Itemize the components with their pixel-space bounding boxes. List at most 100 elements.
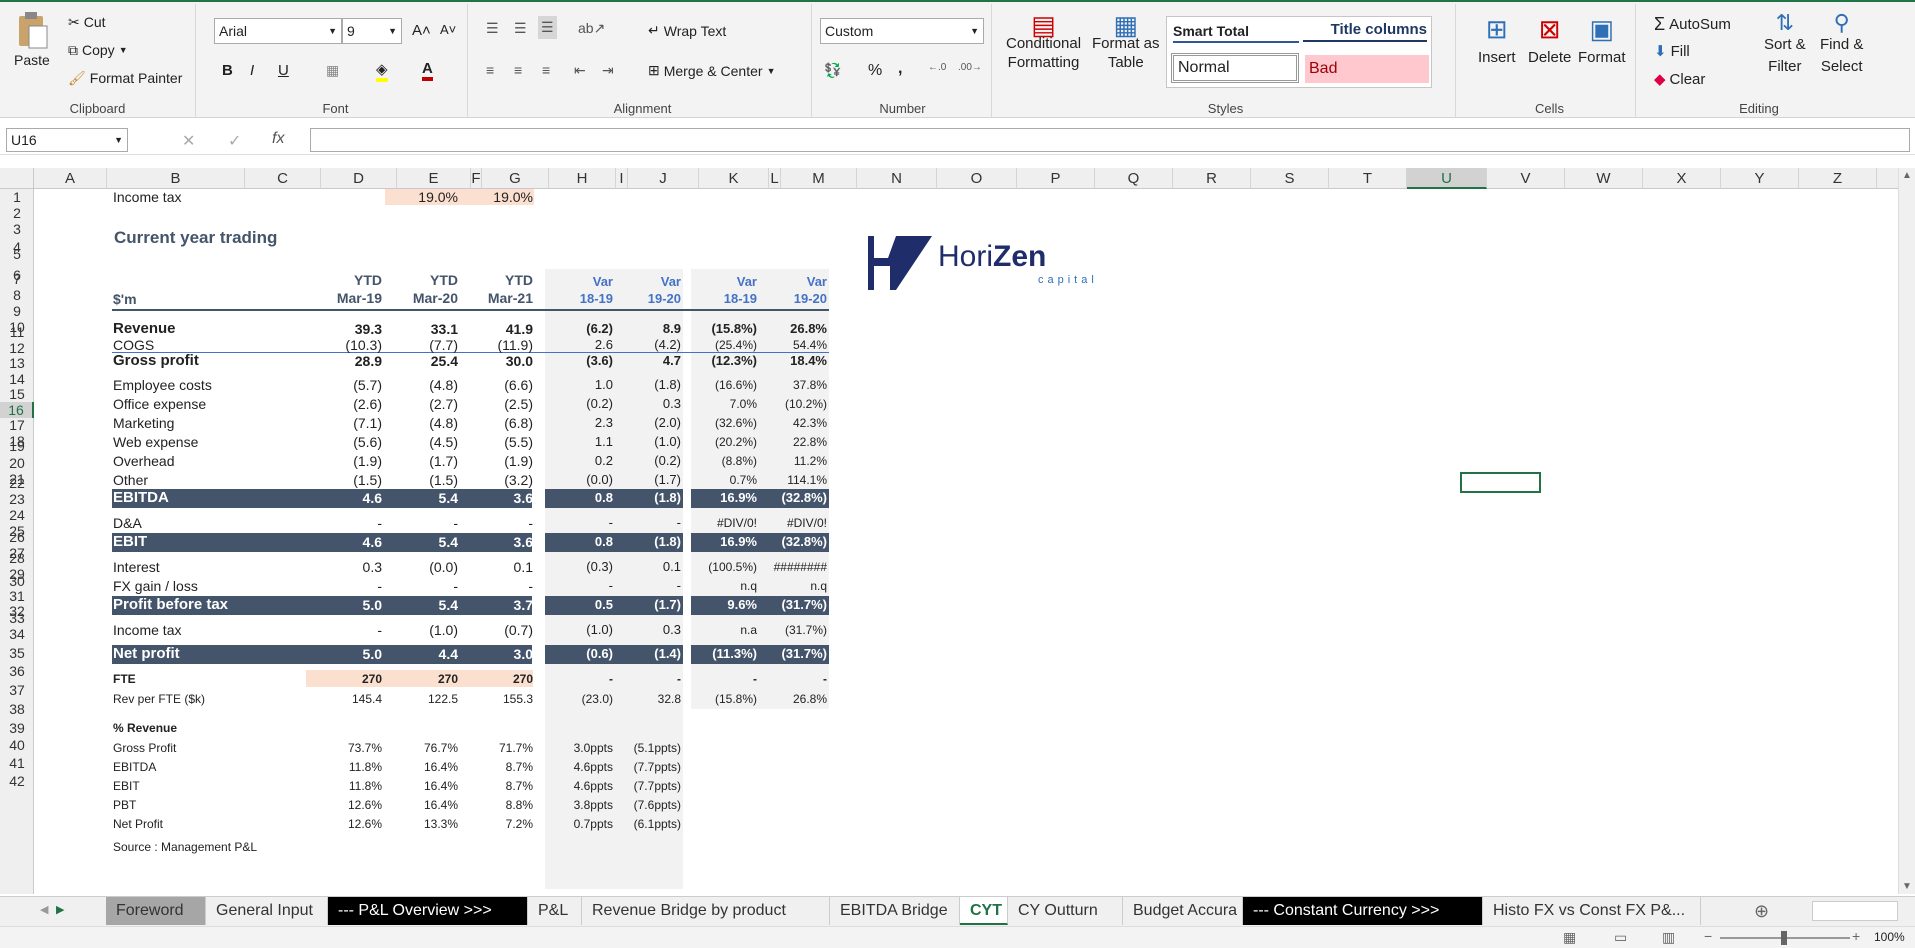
pct-value-cell[interactable]: 8.8% bbox=[460, 796, 533, 814]
header-e-date[interactable]: Mar-21 bbox=[460, 289, 533, 307]
header-k-var[interactable]: Var bbox=[761, 273, 827, 291]
percent-button[interactable]: % bbox=[868, 62, 882, 80]
pct-value-cell[interactable]: 12.6% bbox=[306, 815, 382, 833]
italic-button[interactable]: I bbox=[250, 62, 254, 79]
column-header-r[interactable]: R bbox=[1173, 168, 1251, 189]
pct-value-cell[interactable]: (7.7ppts) bbox=[615, 777, 681, 795]
pct-row-label[interactable]: EBIT bbox=[113, 777, 140, 795]
value-cell[interactable]: - bbox=[761, 670, 827, 688]
header-j-period[interactable]: 18-19 bbox=[691, 290, 757, 308]
decrease-font-button[interactable]: A˅ bbox=[440, 22, 456, 37]
value-cell[interactable]: 3.6 bbox=[460, 489, 533, 507]
value-cell[interactable]: 0.3 bbox=[306, 558, 382, 576]
value-cell[interactable]: 270 bbox=[384, 670, 458, 688]
value-cell[interactable]: n.q bbox=[761, 577, 827, 595]
column-header-a[interactable]: A bbox=[34, 168, 107, 189]
header-e-ytd[interactable]: YTD bbox=[460, 271, 533, 289]
increase-indent-button[interactable]: ⇥ bbox=[602, 62, 614, 79]
row-label[interactable]: FTE bbox=[113, 670, 136, 688]
value-cell[interactable]: 1.1 bbox=[545, 433, 613, 451]
value-cell[interactable]: (0.0) bbox=[545, 471, 613, 489]
row-header-3[interactable]: 3 bbox=[0, 221, 34, 237]
pct-row-label[interactable]: EBITDA bbox=[113, 758, 156, 776]
value-cell[interactable]: n.q bbox=[691, 577, 757, 595]
value-cell[interactable]: - bbox=[384, 577, 458, 595]
value-cell[interactable]: (2.5) bbox=[460, 395, 533, 413]
header-c-ytd[interactable]: YTD bbox=[306, 271, 382, 289]
horizontal-scrollbar[interactable] bbox=[1812, 901, 1898, 921]
column-header-i[interactable]: I bbox=[616, 168, 628, 189]
column-header-p[interactable]: P bbox=[1017, 168, 1095, 189]
value-cell[interactable]: 4.4 bbox=[384, 645, 458, 663]
value-cell[interactable]: 11.2% bbox=[761, 452, 827, 470]
value-cell[interactable]: (5.5) bbox=[460, 433, 533, 451]
column-header-m[interactable]: M bbox=[781, 168, 857, 189]
value-cell[interactable]: (6.8) bbox=[460, 414, 533, 432]
column-header-q[interactable]: Q bbox=[1095, 168, 1173, 189]
column-header-x[interactable]: X bbox=[1643, 168, 1721, 189]
row-header-42[interactable]: 42 bbox=[0, 773, 34, 789]
pct-title[interactable]: % Revenue bbox=[113, 719, 177, 737]
value-cell[interactable]: 5.0 bbox=[306, 645, 382, 663]
bottom-align-button[interactable]: ☰ bbox=[538, 16, 557, 39]
row-header-26[interactable]: 26 bbox=[0, 529, 34, 545]
row-header-12[interactable]: 12 bbox=[0, 340, 34, 356]
sheet-tab[interactable]: --- P&L Overview >>> bbox=[328, 897, 528, 925]
row-header-22[interactable]: 22 bbox=[0, 475, 34, 491]
value-cell[interactable]: - bbox=[384, 514, 458, 532]
merge-center-button[interactable]: ⊞ Merge & Center ▼ bbox=[648, 62, 775, 79]
value-cell[interactable]: 0.8 bbox=[545, 489, 613, 507]
column-header-o[interactable]: O bbox=[937, 168, 1017, 189]
header-j-var[interactable]: Var bbox=[691, 273, 757, 291]
sheet-tab[interactable]: CYT bbox=[960, 897, 1008, 925]
value-cell[interactable]: 3.7 bbox=[460, 596, 533, 614]
paste-button[interactable]: Paste bbox=[14, 10, 50, 68]
pct-value-cell[interactable]: 12.6% bbox=[306, 796, 382, 814]
worksheet-grid[interactable]: Income tax 19.0% 19.0% Current year trad… bbox=[34, 189, 1898, 894]
format-button[interactable]: ▣ Format bbox=[1578, 14, 1626, 66]
row-label[interactable]: Web expense bbox=[113, 433, 198, 451]
pct-value-cell[interactable]: 4.6ppts bbox=[545, 777, 613, 795]
value-cell[interactable]: - bbox=[460, 577, 533, 595]
value-cell[interactable]: (1.9) bbox=[460, 452, 533, 470]
copy-button[interactable]: ⧉ Copy ▼ bbox=[68, 42, 128, 58]
value-cell[interactable]: 30.0 bbox=[460, 352, 533, 370]
value-cell[interactable]: 32.8 bbox=[615, 690, 681, 708]
value-cell[interactable]: (0.2) bbox=[545, 395, 613, 413]
value-cell[interactable]: (1.8) bbox=[615, 533, 681, 551]
page-layout-icon[interactable]: ▭ bbox=[1614, 929, 1627, 946]
row-label[interactable]: Employee costs bbox=[113, 376, 212, 394]
decrease-decimal-button[interactable]: .00→ bbox=[958, 62, 982, 73]
header-d-ytd[interactable]: YTD bbox=[384, 271, 458, 289]
sheet-tab[interactable]: EBITDA Bridge bbox=[830, 897, 960, 925]
value-cell[interactable]: (16.6%) bbox=[691, 376, 757, 394]
increase-font-button[interactable]: A˄ bbox=[412, 22, 431, 39]
header-h-period[interactable]: 19-20 bbox=[615, 290, 681, 308]
tax-rate-d[interactable]: 19.0% bbox=[385, 189, 458, 206]
value-cell[interactable]: (1.7) bbox=[615, 596, 681, 614]
cut-button[interactable]: ✂ Cut bbox=[68, 14, 106, 30]
value-cell[interactable]: (32.6%) bbox=[691, 414, 757, 432]
column-header-u[interactable]: U bbox=[1407, 168, 1487, 189]
row-header-23[interactable]: 23 bbox=[0, 491, 34, 507]
column-header-k[interactable]: K bbox=[699, 168, 769, 189]
comma-button[interactable]: , bbox=[898, 60, 902, 78]
value-cell[interactable]: - bbox=[545, 670, 613, 688]
value-cell[interactable]: 270 bbox=[460, 670, 533, 688]
row-label[interactable]: Marketing bbox=[113, 414, 174, 432]
value-cell[interactable]: 16.9% bbox=[691, 489, 757, 507]
value-cell[interactable]: #DIV/0! bbox=[761, 514, 827, 532]
pct-row-label[interactable]: Net Profit bbox=[113, 815, 163, 833]
column-header-z[interactable]: Z bbox=[1799, 168, 1877, 189]
value-cell[interactable]: (12.3%) bbox=[691, 352, 757, 370]
name-box[interactable]: U16 ▼ bbox=[6, 128, 128, 152]
format-painter-button[interactable]: 🖌 Format Painter bbox=[68, 70, 182, 86]
middle-align-button[interactable]: ☰ bbox=[514, 20, 527, 37]
value-cell[interactable]: (8.8%) bbox=[691, 452, 757, 470]
column-header-d[interactable]: D bbox=[321, 168, 397, 189]
tab-scroll-right-icon[interactable]: ▶ bbox=[56, 903, 64, 916]
column-header-f[interactable]: F bbox=[471, 168, 482, 189]
pct-value-cell[interactable]: 4.6ppts bbox=[545, 758, 613, 776]
style-bad[interactable]: Bad bbox=[1305, 55, 1429, 83]
sheet-tab[interactable]: General Input bbox=[206, 897, 328, 925]
